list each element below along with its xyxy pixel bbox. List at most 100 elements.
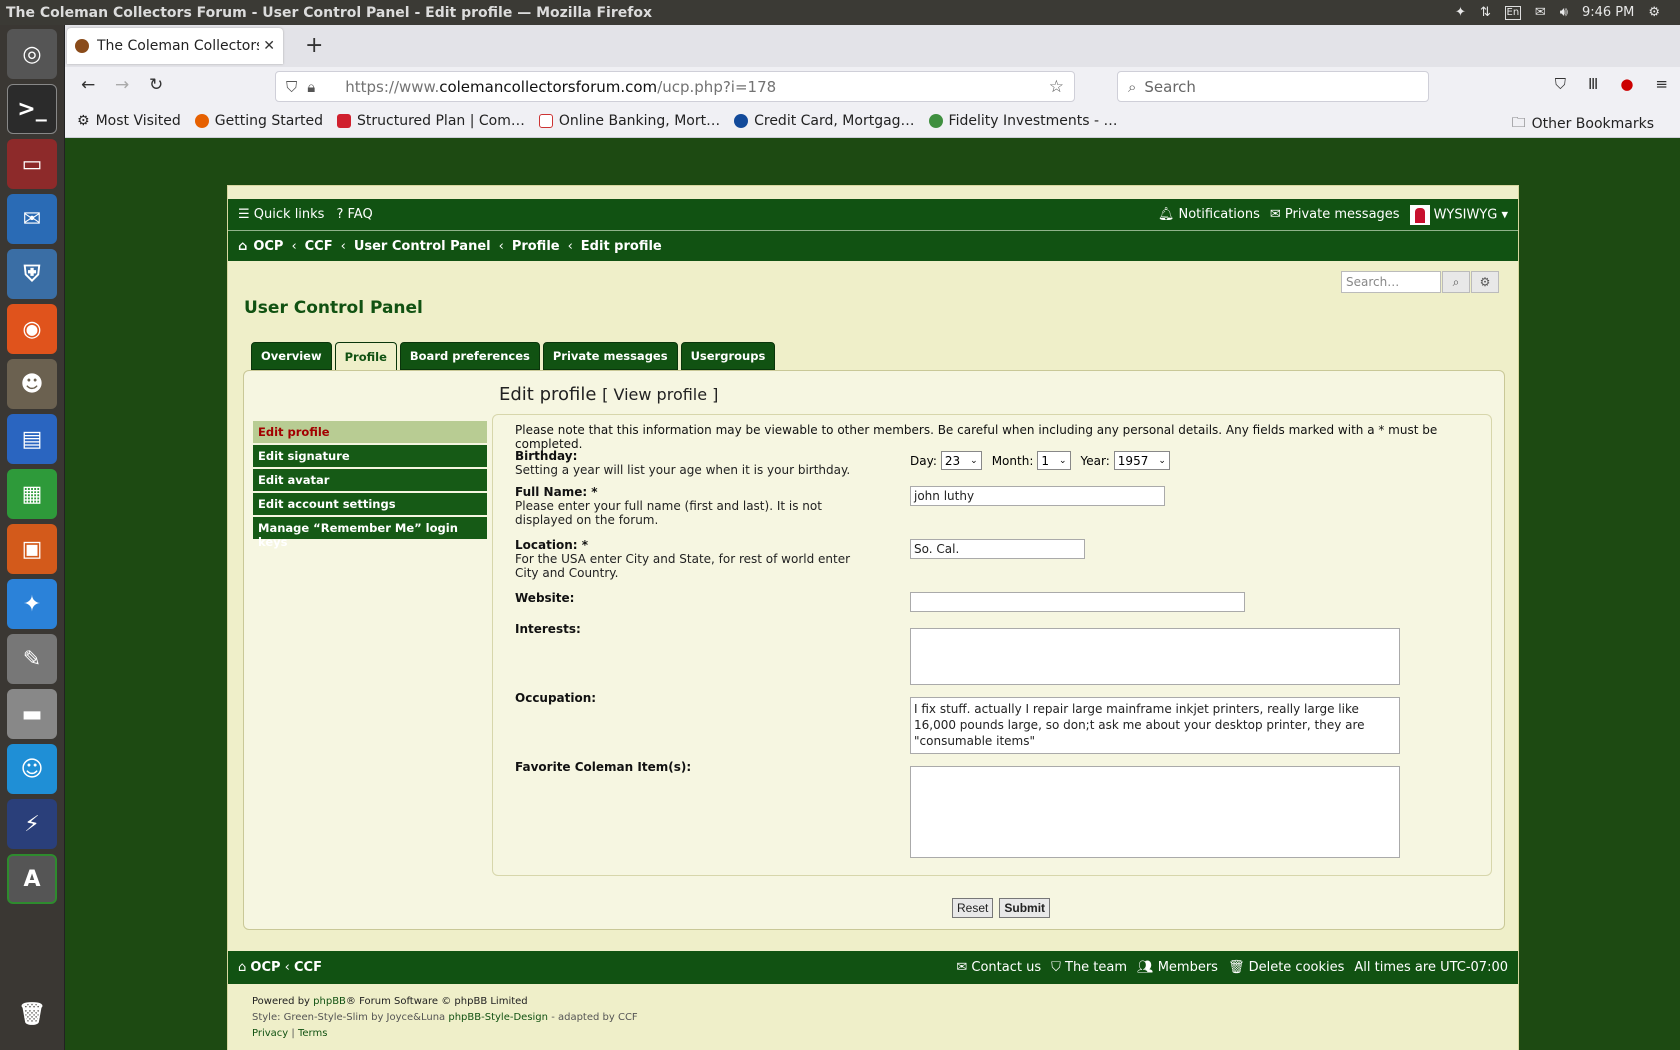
tab-private-messages[interactable]: Private messages bbox=[542, 342, 678, 370]
faq-link[interactable]: ? FAQ bbox=[336, 207, 372, 222]
fullname-field[interactable]: john luthy bbox=[910, 486, 1165, 506]
thunderbird-icon[interactable]: ✉ bbox=[7, 194, 57, 244]
private-messages-link[interactable]: ✉ Private messages bbox=[1270, 207, 1400, 222]
sidebar-item-edit-account-settings[interactable]: Edit account settings bbox=[253, 493, 487, 515]
keyboard-layout-indicator[interactable]: En bbox=[1504, 5, 1521, 20]
phpbb-link[interactable]: phpBB bbox=[313, 996, 346, 1007]
new-tab-icon[interactable]: + bbox=[305, 33, 323, 58]
reset-button[interactable]: Reset bbox=[952, 898, 994, 918]
volume-icon[interactable]: 🔊︎ bbox=[1560, 5, 1568, 20]
terms-link[interactable]: Terms bbox=[298, 1028, 327, 1039]
birthday-desc: Setting a year will list your age when i… bbox=[515, 463, 851, 477]
footer-breadcrumb-ocp[interactable]: OCP bbox=[250, 960, 280, 975]
month-select[interactable]: 1 ⌄ bbox=[1037, 451, 1071, 470]
breadcrumb-edit-profile[interactable]: Edit profile bbox=[581, 239, 662, 254]
tab-profile[interactable]: Profile bbox=[334, 342, 397, 371]
files-icon[interactable]: ▭ bbox=[7, 139, 57, 189]
view-profile-link[interactable]: [ View profile ] bbox=[602, 385, 718, 404]
adblock-icon[interactable]: ● bbox=[1620, 75, 1633, 93]
bookmark-most-visited[interactable]: ⚙ Most Visited bbox=[77, 113, 181, 129]
search-button[interactable]: ⌕ bbox=[1442, 271, 1470, 293]
power-icon[interactable]: ⚙ bbox=[1648, 5, 1660, 20]
bookmark-fidelity[interactable]: Fidelity Investments - … bbox=[928, 113, 1118, 129]
calc-icon[interactable]: ▦ bbox=[7, 469, 57, 519]
breadcrumb-ccf[interactable]: CCF bbox=[305, 239, 333, 254]
disk-icon[interactable]: ▬ bbox=[7, 689, 57, 739]
page-title: User Control Panel bbox=[244, 298, 423, 318]
forum-navbar: ☰ Quick links ? FAQ 🔔︎ Notifications ✉ P… bbox=[228, 199, 1518, 231]
tab-usergroups[interactable]: Usergroups bbox=[680, 342, 776, 370]
day-select[interactable]: 23 ⌄ bbox=[940, 451, 982, 470]
url-bar[interactable]: ⛉ 🔒︎ https://www.colemancollectorsforum.… bbox=[275, 71, 1075, 102]
bookmark-star-icon[interactable]: ☆ bbox=[1049, 77, 1064, 97]
sidebar-item-edit-profile[interactable]: Edit profile bbox=[253, 421, 487, 443]
browser-tab[interactable]: The Coleman Collectors F ✕ bbox=[67, 28, 283, 64]
bookmark-online-banking[interactable]: Online Banking, Mort… bbox=[538, 113, 720, 129]
submit-button[interactable]: Submit bbox=[999, 898, 1051, 918]
bookmark-credit-card[interactable]: Credit Card, Mortgag… bbox=[734, 113, 915, 129]
footer-breadcrumb-ccf[interactable]: CCF bbox=[294, 960, 322, 975]
sidebar-item-remember-me-keys[interactable]: Manage “Remember Me” login keys bbox=[253, 517, 487, 549]
breadcrumb-separator: ‹ bbox=[498, 238, 504, 254]
forward-icon[interactable]: → bbox=[115, 75, 129, 95]
tab-board-preferences[interactable]: Board preferences bbox=[399, 342, 540, 370]
chevron-down-icon: ⌄ bbox=[1158, 455, 1166, 466]
sidebar-item-edit-avatar[interactable]: Edit avatar bbox=[253, 469, 487, 491]
menu-icon[interactable]: ≡ bbox=[1655, 75, 1668, 93]
library-icon[interactable]: Ⅲ bbox=[1588, 75, 1598, 93]
writer-icon[interactable]: ▤ bbox=[7, 414, 57, 464]
trash-icon[interactable]: 🗑︎ bbox=[7, 989, 57, 1039]
browser-search-bar[interactable]: ⌕ Search bbox=[1117, 71, 1429, 102]
year-select[interactable]: 1957 ⌄ bbox=[1113, 451, 1170, 470]
interests-textarea[interactable] bbox=[910, 628, 1400, 685]
settings-icon[interactable]: ✎ bbox=[7, 634, 57, 684]
pidgin-icon[interactable]: ☺ bbox=[7, 744, 57, 794]
favicon bbox=[75, 39, 89, 53]
clock[interactable]: 9:46 PM bbox=[1582, 5, 1634, 20]
breadcrumb-profile[interactable]: Profile bbox=[512, 239, 560, 254]
delete-cookies-link[interactable]: 🗑︎ Delete cookies bbox=[1228, 960, 1344, 975]
members-link[interactable]: 👥︎ Members bbox=[1137, 960, 1218, 975]
close-tab-icon[interactable]: ✕ bbox=[263, 38, 275, 54]
network-icon[interactable]: ⇅ bbox=[1480, 5, 1491, 20]
notifications-link[interactable]: 🔔︎ Notifications bbox=[1158, 207, 1260, 222]
tab-overview[interactable]: Overview bbox=[251, 342, 332, 370]
website-field[interactable] bbox=[910, 592, 1245, 612]
pocket-icon[interactable]: ⛉ bbox=[1555, 75, 1566, 93]
vpn-icon[interactable]: ⛨ bbox=[7, 249, 57, 299]
mail-icon[interactable]: ✉ bbox=[1535, 5, 1546, 20]
impress-icon[interactable]: ▣ bbox=[7, 524, 57, 574]
year-label: Year: bbox=[1080, 453, 1110, 468]
gimp-icon[interactable]: ☻ bbox=[7, 359, 57, 409]
dropbox-icon[interactable]: ✦ bbox=[1455, 5, 1466, 20]
favorite-textarea[interactable] bbox=[910, 766, 1400, 858]
other-bookmarks[interactable]: 🗀 Other Bookmarks bbox=[1512, 112, 1654, 136]
sidebar-item-edit-signature[interactable]: Edit signature bbox=[253, 445, 487, 467]
birthday-fields: Day: 23 ⌄ Month: 1 ⌄ Year: 1957 ⌄ bbox=[910, 451, 1170, 470]
back-icon[interactable]: ← bbox=[81, 75, 95, 95]
the-team-link[interactable]: ⛉ The team bbox=[1051, 960, 1127, 975]
bookmark-structured-plan[interactable]: Structured Plan | Com… bbox=[337, 113, 525, 129]
breadcrumb-ucp[interactable]: User Control Panel bbox=[354, 239, 491, 254]
forum-search-input[interactable]: Search… bbox=[1341, 271, 1441, 293]
reload-icon[interactable]: ↻ bbox=[149, 75, 163, 95]
advanced-search-button[interactable]: ⚙ bbox=[1471, 271, 1499, 293]
style-design-link[interactable]: phpBB-Style-Design bbox=[448, 1012, 548, 1023]
breadcrumb-ocp[interactable]: OCP bbox=[253, 239, 283, 254]
location-field[interactable]: So. Cal. bbox=[910, 539, 1085, 559]
ubuntu-dash-icon[interactable]: ◎ bbox=[7, 29, 57, 79]
terminal-icon[interactable]: >_ bbox=[7, 84, 57, 134]
lock-icon[interactable]: 🔒︎ bbox=[307, 78, 315, 96]
shield-icon[interactable]: ⛉ bbox=[286, 78, 297, 96]
user-menu[interactable]: WYSIWYG ▾ bbox=[1409, 204, 1508, 225]
breadcrumb: ⌂ OCP ‹ CCF ‹ User Control Panel ‹ Profile ‹… bbox=[228, 231, 1518, 261]
remote-desktop-icon[interactable]: ⚡ bbox=[7, 799, 57, 849]
bookmark-getting-started[interactable]: Getting Started bbox=[194, 113, 323, 129]
privacy-link[interactable]: Privacy bbox=[252, 1028, 288, 1039]
dropbox-app-icon[interactable]: ✦ bbox=[7, 579, 57, 629]
quick-links-button[interactable]: ☰ Quick links bbox=[238, 207, 324, 222]
software-updater-icon[interactable]: A bbox=[7, 854, 57, 904]
contact-us-link[interactable]: ✉ Contact us bbox=[956, 960, 1041, 975]
firefox-icon[interactable]: ◉ bbox=[7, 304, 57, 354]
occupation-textarea[interactable]: I fix stuff. actually I repair large mai… bbox=[910, 697, 1400, 754]
